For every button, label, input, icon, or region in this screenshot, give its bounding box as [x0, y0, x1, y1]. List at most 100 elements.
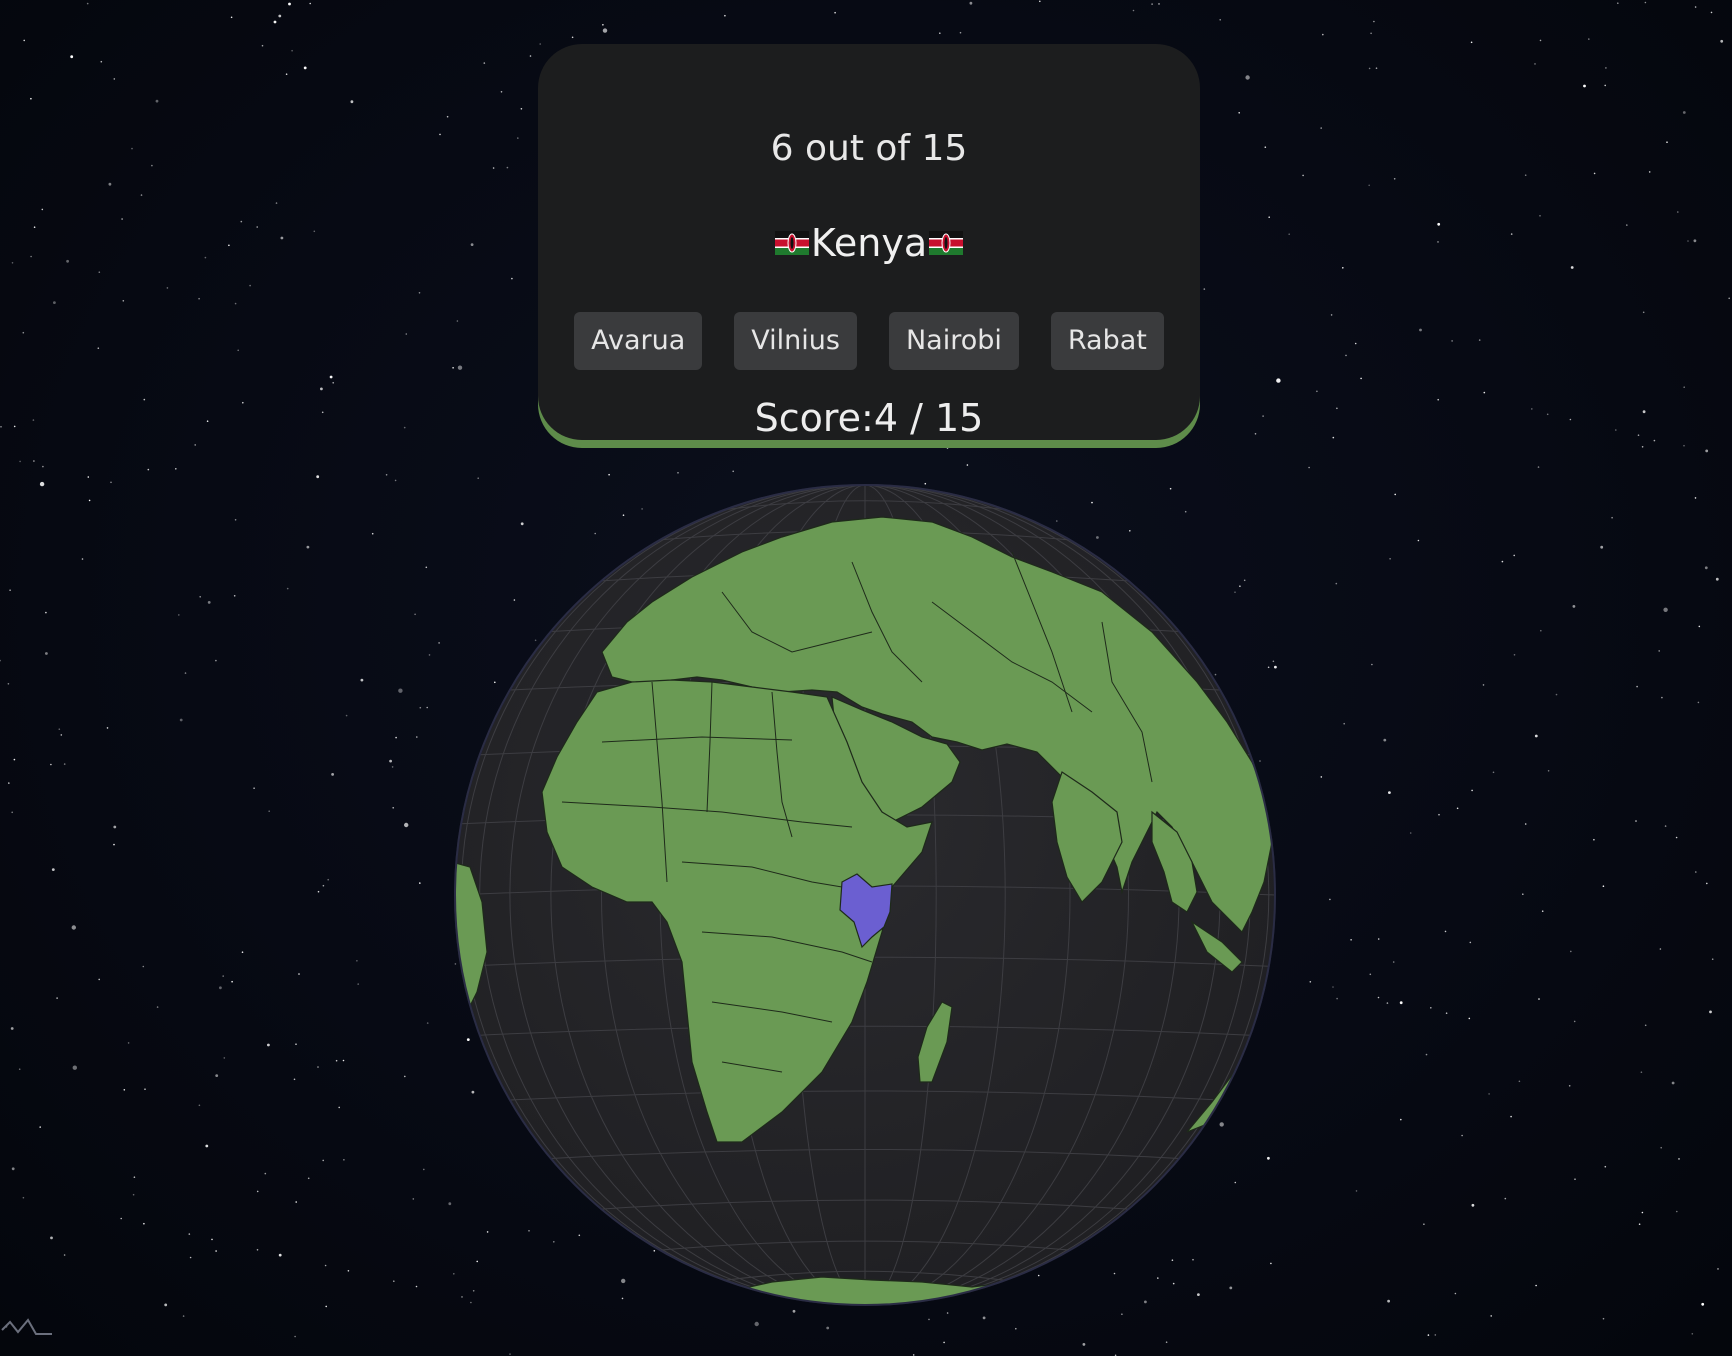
star	[1531, 408, 1533, 410]
star	[215, 1074, 219, 1077]
country-name: Kenya	[810, 221, 928, 265]
star	[278, 1253, 282, 1257]
star	[1569, 418, 1572, 421]
star	[1245, 75, 1250, 80]
star	[178, 614, 180, 616]
star	[1470, 41, 1473, 44]
star	[50, 763, 52, 766]
star	[184, 672, 187, 674]
star	[1254, 433, 1257, 435]
answer-button-vilnius[interactable]: Vilnius	[734, 312, 857, 370]
star	[1661, 696, 1663, 699]
star	[1332, 986, 1334, 988]
star	[1369, 973, 1372, 976]
star	[256, 226, 259, 228]
star	[959, 31, 962, 34]
star	[1355, 1190, 1358, 1192]
star	[1419, 328, 1422, 332]
star	[151, 164, 153, 167]
star	[511, 277, 513, 280]
star	[100, 60, 103, 63]
star	[1437, 398, 1439, 401]
star	[317, 1066, 319, 1068]
star	[122, 300, 125, 302]
star	[1393, 178, 1396, 180]
star	[416, 736, 418, 738]
star	[30, 255, 32, 258]
star	[392, 807, 395, 809]
star	[215, 1250, 217, 1252]
answer-button-rabat[interactable]: Rabat	[1050, 312, 1164, 370]
star	[228, 244, 230, 247]
star	[303, 66, 307, 70]
star	[1570, 266, 1574, 269]
star	[939, 32, 941, 34]
star	[412, 1198, 415, 1200]
star	[1482, 684, 1485, 686]
star	[1121, 1313, 1123, 1315]
star	[1701, 1302, 1705, 1306]
star	[1637, 434, 1640, 437]
star	[1387, 1299, 1390, 1303]
star	[452, 367, 454, 369]
star	[428, 654, 431, 656]
star	[280, 236, 284, 240]
star	[404, 822, 409, 828]
star	[33, 226, 36, 228]
star	[233, 595, 236, 597]
star	[11, 811, 13, 814]
star	[273, 20, 277, 24]
star	[1469, 941, 1472, 944]
star	[1568, 1085, 1571, 1087]
star	[1524, 823, 1527, 825]
star	[1427, 1334, 1430, 1336]
star	[108, 182, 112, 186]
star	[307, 1177, 310, 1180]
star	[123, 1089, 126, 1091]
star	[1425, 1053, 1428, 1056]
star	[1203, 288, 1206, 290]
star	[500, 91, 503, 93]
star	[1572, 605, 1576, 608]
star	[230, 16, 233, 19]
star	[1336, 997, 1338, 1000]
star	[204, 256, 207, 259]
star	[110, 481, 112, 484]
star	[1151, 3, 1153, 5]
star	[295, 1201, 298, 1203]
answer-button-avarua[interactable]: Avarua	[574, 312, 703, 370]
answer-button-nairobi[interactable]: Nairobi	[888, 312, 1019, 370]
star	[1437, 241, 1439, 243]
star	[1644, 1, 1647, 4]
star	[1602, 885, 1605, 887]
star	[448, 1202, 452, 1206]
star	[50, 1236, 53, 1240]
star	[1728, 297, 1730, 300]
star	[418, 292, 421, 294]
star	[327, 878, 330, 881]
star	[732, 470, 734, 473]
globe-map[interactable]	[452, 482, 1278, 1308]
star	[23, 39, 26, 42]
star	[1437, 222, 1441, 226]
star	[1706, 882, 1708, 885]
star	[188, 1233, 191, 1235]
star	[132, 1193, 135, 1196]
star	[143, 1222, 145, 1225]
star	[677, 472, 679, 474]
star	[1320, 776, 1323, 778]
star	[1583, 84, 1586, 88]
star	[1438, 813, 1440, 816]
star	[1605, 67, 1607, 69]
star	[792, 1309, 796, 1313]
star	[325, 1305, 328, 1308]
star	[45, 652, 48, 655]
star	[1389, 558, 1391, 560]
kenya-flag-icon	[774, 231, 809, 255]
star	[234, 302, 237, 305]
star	[1709, 1010, 1712, 1014]
star	[608, 473, 610, 476]
star	[142, 965, 145, 968]
star	[1262, 415, 1264, 417]
star	[293, 1078, 296, 1081]
